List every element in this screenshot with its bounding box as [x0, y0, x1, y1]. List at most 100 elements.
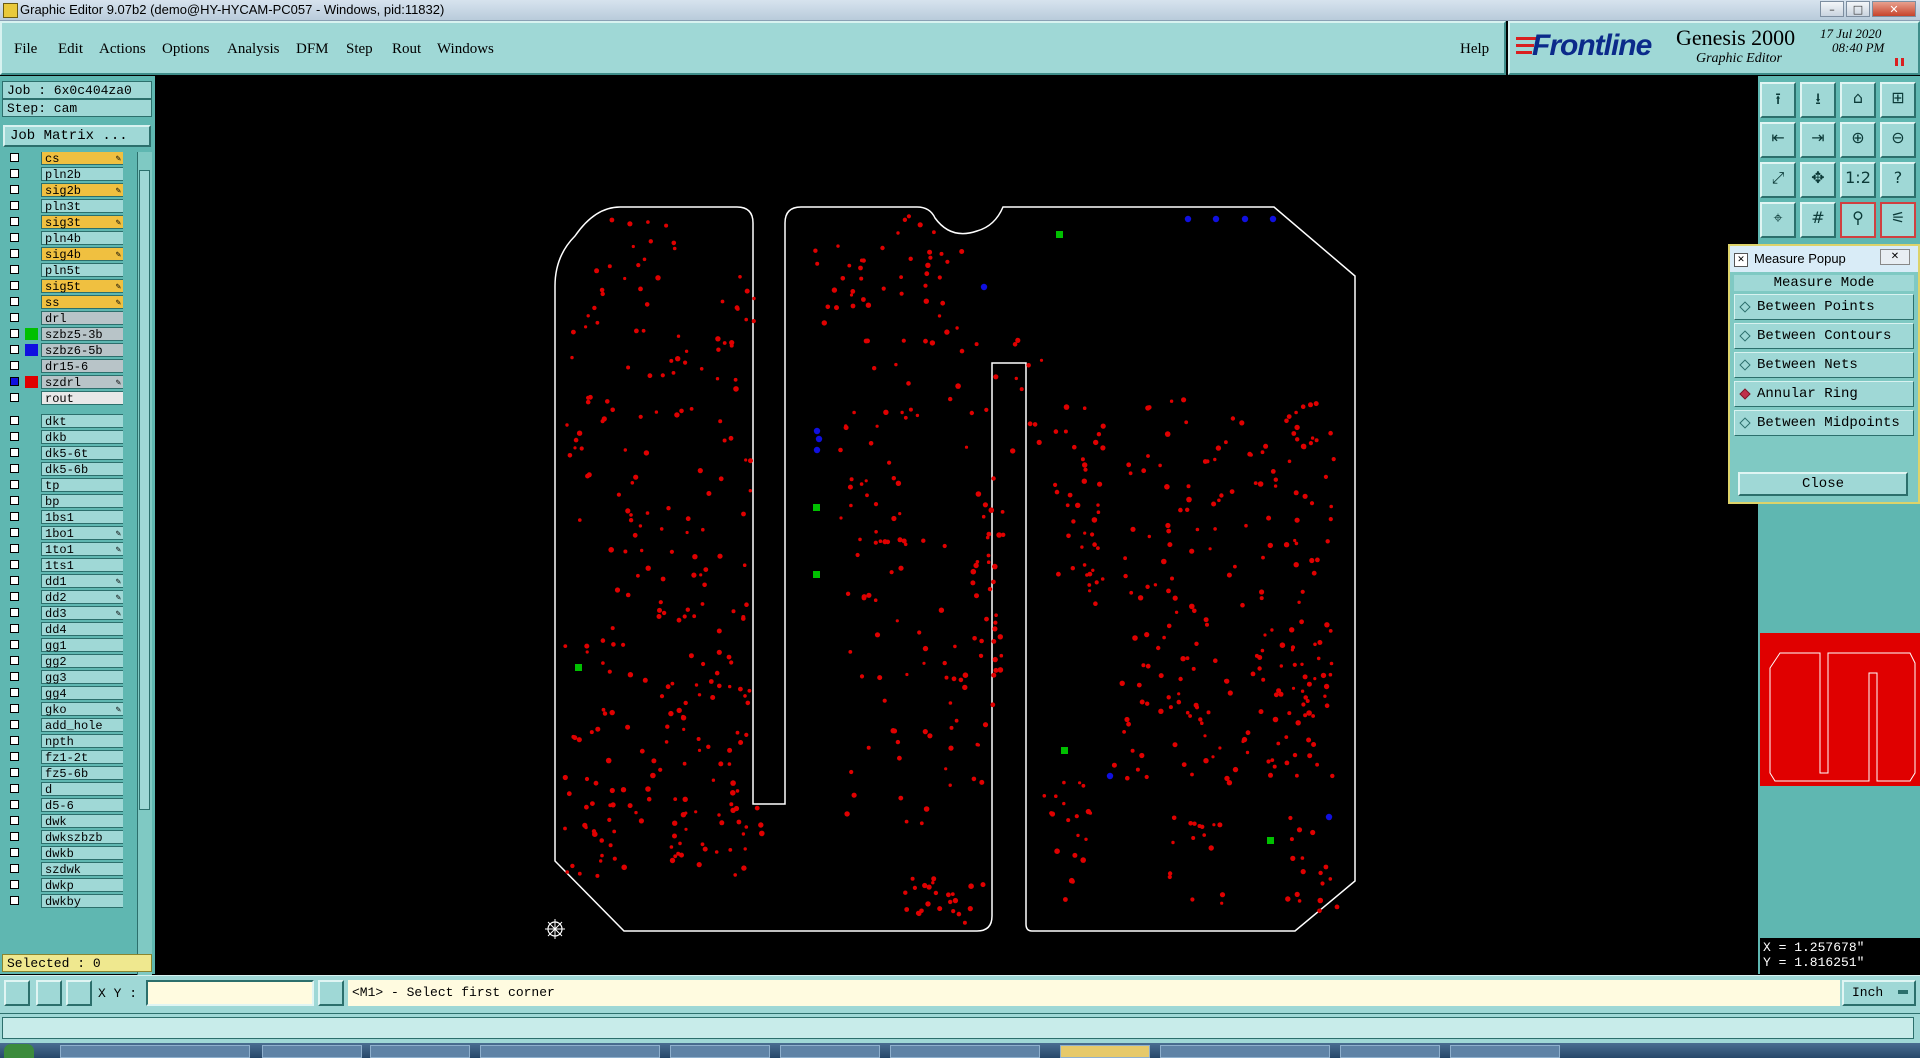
layer-checkbox[interactable]	[10, 329, 19, 338]
layer-checkbox[interactable]	[10, 297, 19, 306]
layer-checkbox[interactable]	[10, 608, 19, 617]
layer-name[interactable]: ss ✎	[41, 295, 123, 310]
layer-row[interactable]: sig2b ✎	[3, 183, 123, 198]
layer-row[interactable]: dk5-6b	[3, 462, 123, 477]
layer-name[interactable]: szdwk	[41, 862, 123, 877]
close-window-button[interactable]: ✕	[1872, 1, 1916, 17]
layer-name[interactable]: dkb	[41, 430, 123, 445]
option-between-nets[interactable]: Between Nets	[1734, 352, 1914, 378]
layer-row[interactable]: cs ✎	[3, 152, 123, 166]
layer-checkbox[interactable]	[10, 480, 19, 489]
menu-step[interactable]: Step	[346, 41, 373, 58]
layer-name[interactable]: 1ts1	[41, 558, 123, 573]
layer-row[interactable]: dkt	[3, 414, 123, 429]
layer-checkbox[interactable]	[10, 864, 19, 873]
layer-row[interactable]: dd4	[3, 622, 123, 637]
layer-name[interactable]: rout	[41, 391, 123, 406]
layer-name[interactable]: add_hole	[41, 718, 123, 733]
layer-row[interactable]: szdwk	[3, 862, 123, 877]
layer-row[interactable]: dwk	[3, 814, 123, 829]
layer-row[interactable]: szbz6-5b	[3, 343, 123, 358]
layer-name[interactable]: d	[41, 782, 123, 797]
layer-name[interactable]: drl	[41, 311, 123, 326]
layer-checkbox[interactable]	[10, 640, 19, 649]
overview-minimap[interactable]	[1760, 633, 1920, 786]
layer-checkbox[interactable]	[10, 185, 19, 194]
layer-name[interactable]: dd3 ✎	[41, 606, 123, 621]
start-button[interactable]	[4, 1044, 34, 1058]
layer-row[interactable]: sig5t ✎	[3, 279, 123, 294]
layer-name[interactable]: szbz6-5b	[41, 343, 123, 358]
layer-name[interactable]: sig3t ✎	[41, 215, 123, 230]
layer-checkbox[interactable]	[10, 720, 19, 729]
layout-icon[interactable]: ⊞	[1880, 82, 1916, 118]
layer-row[interactable]: gg3	[3, 670, 123, 685]
layer-row[interactable]: dd3 ✎	[3, 606, 123, 621]
zoom-fit-icon[interactable]: ⤢	[1760, 162, 1796, 198]
layer-row[interactable]: drl	[3, 311, 123, 326]
layer-row[interactable]: fz5-6b	[3, 766, 123, 781]
layer-row[interactable]: pln2b	[3, 167, 123, 182]
layer-checkbox[interactable]	[10, 249, 19, 258]
maximize-button[interactable]: □	[1846, 1, 1870, 17]
layer-checkbox[interactable]	[10, 656, 19, 665]
layer-checkbox[interactable]	[10, 880, 19, 889]
open-job-icon[interactable]: ⭱	[1760, 82, 1796, 118]
layer-row[interactable]: pln4b	[3, 231, 123, 246]
layer-name[interactable]: dk5-6t	[41, 446, 123, 461]
layer-name[interactable]: dwkby	[41, 894, 123, 909]
layer-name[interactable]: dd4	[41, 622, 123, 637]
grid-mode-icon[interactable]	[66, 980, 92, 1006]
layer-row[interactable]: fz1-2t	[3, 750, 123, 765]
layer-checkbox[interactable]	[10, 816, 19, 825]
layer-row[interactable]: dwkb	[3, 846, 123, 861]
layer-row[interactable]: dkb	[3, 430, 123, 445]
taskbar-item-active[interactable]	[1060, 1045, 1150, 1058]
layer-checkbox[interactable]	[10, 800, 19, 809]
layer-checkbox[interactable]	[10, 560, 19, 569]
layer-list-scrollbar[interactable]	[137, 152, 152, 1024]
option-between-contours[interactable]: Between Contours	[1734, 323, 1914, 349]
taskbar-item[interactable]	[60, 1045, 250, 1058]
layer-row[interactable]: dwkp	[3, 878, 123, 893]
layer-checkbox[interactable]	[10, 265, 19, 274]
menu-options[interactable]: Options	[162, 41, 210, 58]
layer-name[interactable]: dk5-6b	[41, 462, 123, 477]
taskbar-item[interactable]	[670, 1045, 770, 1058]
measure-icon[interactable]: ⚲	[1840, 202, 1876, 238]
layer-checkbox[interactable]	[10, 393, 19, 402]
zoom-back-icon[interactable]: ⇤	[1760, 122, 1796, 158]
layer-name[interactable]: fz5-6b	[41, 766, 123, 781]
layer-name[interactable]: d5-6	[41, 798, 123, 813]
layer-name[interactable]: gg1	[41, 638, 123, 653]
scale-1-2-icon[interactable]: 1:2	[1840, 162, 1876, 198]
info-icon[interactable]	[318, 980, 344, 1006]
minimize-button[interactable]: –	[1820, 1, 1844, 17]
menu-help[interactable]: Help	[1460, 41, 1489, 58]
save-job-icon[interactable]: ⭳	[1800, 82, 1836, 118]
graphic-canvas[interactable]	[155, 76, 1758, 974]
menu-dfm[interactable]: DFM	[296, 41, 329, 58]
taskbar-item[interactable]	[780, 1045, 880, 1058]
pan-icon[interactable]: ✥	[1800, 162, 1836, 198]
xy-input[interactable]	[146, 980, 314, 1006]
layer-checkbox[interactable]	[10, 736, 19, 745]
layer-row[interactable]: pln5t	[3, 263, 123, 278]
menu-analysis[interactable]: Analysis	[227, 41, 280, 58]
layer-row[interactable]: ss ✎	[3, 295, 123, 310]
layer-checkbox[interactable]	[10, 672, 19, 681]
layer-row[interactable]: add_hole	[3, 718, 123, 733]
layer-name[interactable]: bp	[41, 494, 123, 509]
layer-name[interactable]: gg2	[41, 654, 123, 669]
layer-row[interactable]: 1bs1	[3, 510, 123, 525]
layer-checkbox[interactable]	[10, 512, 19, 521]
layer-checkbox[interactable]	[10, 169, 19, 178]
layer-checkbox[interactable]	[10, 896, 19, 905]
option-between-points[interactable]: Between Points	[1734, 294, 1914, 320]
taskbar-item[interactable]	[1160, 1045, 1330, 1058]
layer-row[interactable]: rout	[3, 391, 123, 406]
popup-close-button[interactable]: Close	[1738, 472, 1908, 496]
zoom-in-icon[interactable]: ⊕	[1840, 122, 1876, 158]
popup-menu-icon[interactable]: ✕	[1734, 253, 1748, 267]
zoom-out-icon[interactable]: ⊖	[1880, 122, 1916, 158]
